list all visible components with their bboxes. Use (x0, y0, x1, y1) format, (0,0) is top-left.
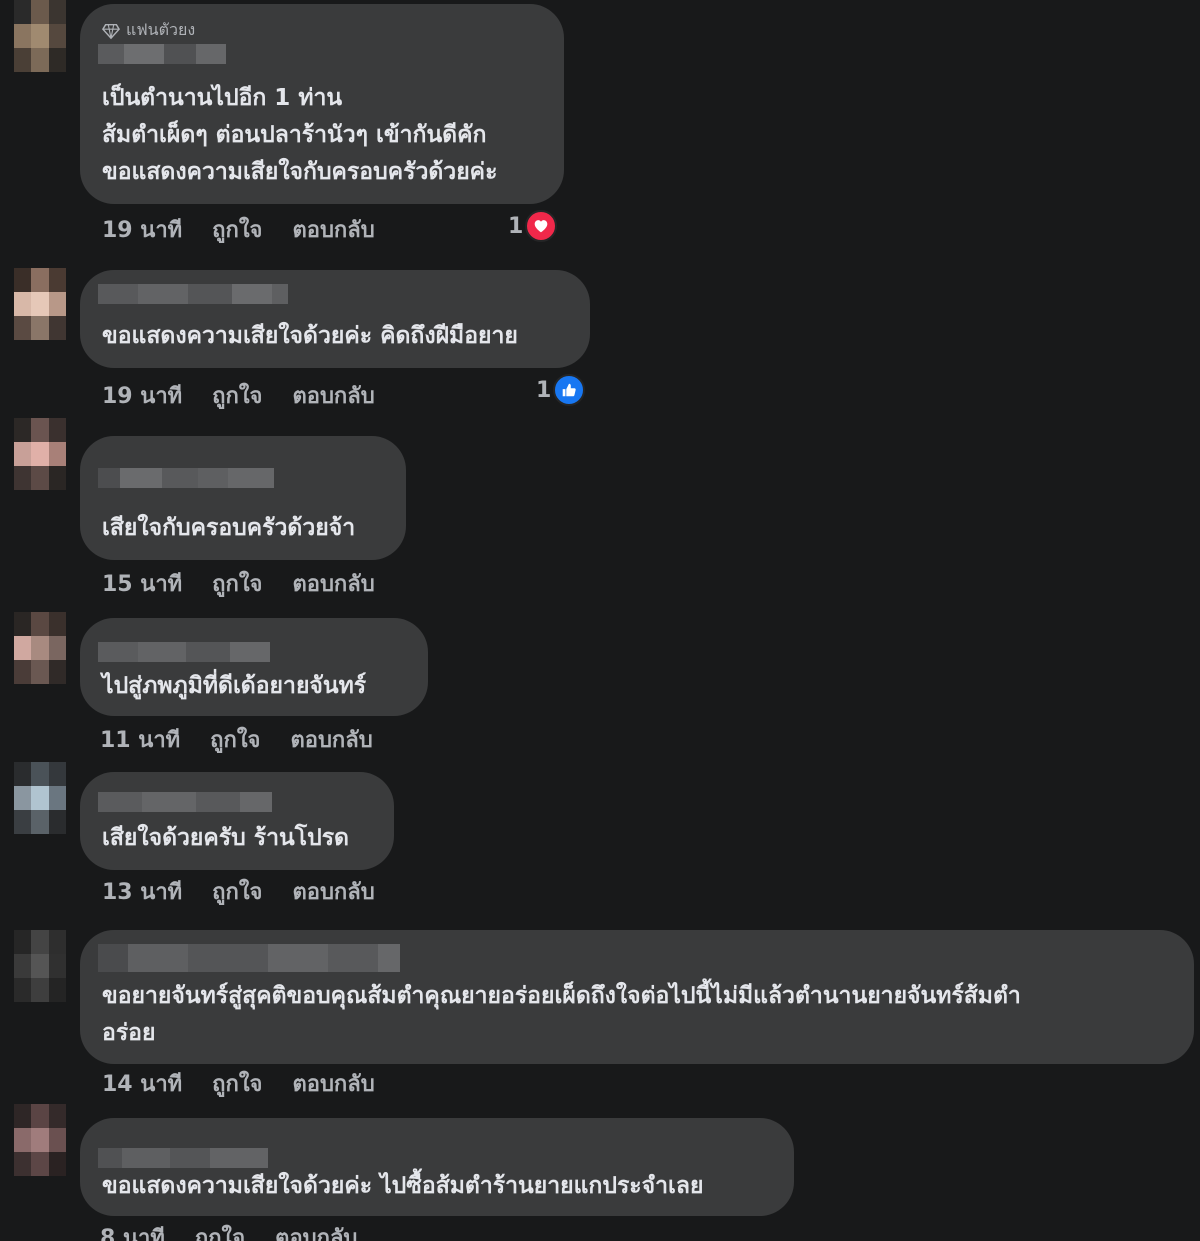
commenter-name-blurred[interactable] (98, 284, 288, 304)
comment-text: เสียใจกับครอบครัวด้วยจ้า (102, 515, 356, 541)
comment-actions: 11 นาที ถูกใจ ตอบกลับ (100, 722, 373, 757)
comment-text: ขอแสดงความเสียใจด้วยค่ะ คิดถึงฝีมือยาย (102, 323, 518, 349)
like-button[interactable]: ถูกใจ (212, 378, 262, 413)
avatar[interactable] (14, 930, 66, 1002)
comment-actions: 19 นาที ถูกใจ ตอบกลับ (102, 378, 375, 413)
like-button[interactable]: ถูกใจ (210, 722, 260, 757)
like-button[interactable]: ถูกใจ (212, 566, 262, 601)
comment-actions: 8 นาที ถูกใจ ตอบกลับ (100, 1220, 357, 1241)
avatar[interactable] (14, 418, 66, 490)
reaction-summary[interactable]: 1 (508, 210, 558, 242)
thumbs-up-icon (553, 374, 586, 406)
timestamp[interactable]: 13 นาที (102, 874, 182, 909)
reply-button[interactable]: ตอบกลับ (292, 874, 374, 909)
like-button[interactable]: ถูกใจ (212, 874, 262, 909)
comment-actions: 13 นาที ถูกใจ ตอบกลับ (102, 874, 375, 909)
commenter-name-blurred[interactable] (98, 44, 226, 64)
comment-bubble: เสียใจด้วยครับ ร้านโปรด (80, 772, 394, 870)
reply-button[interactable]: ตอบกลับ (290, 722, 372, 757)
comment-text: ขอยายจันทร์สู่สุคติขอบคุณส้มตำคุณยายอร่อ… (102, 983, 1021, 1046)
commenter-name-blurred[interactable] (98, 1148, 268, 1168)
comment-actions: 15 นาที ถูกใจ ตอบกลับ (102, 566, 375, 601)
avatar[interactable] (14, 612, 66, 684)
comment-bubble: ขอยายจันทร์สู่สุคติขอบคุณส้มตำคุณยายอร่อ… (80, 930, 1194, 1064)
reaction-summary[interactable]: 1 (536, 374, 586, 406)
comment-bubble: ขอแสดงความเสียใจด้วยค่ะ คิดถึงฝีมือยาย (80, 270, 590, 368)
comments-feed: แฟนตัวยง เป็นตำนานไปอีก 1 ท่าน ส้มตำเผ็ด… (0, 0, 1200, 1241)
commenter-name-blurred[interactable] (98, 792, 272, 812)
comment-actions: 14 นาที ถูกใจ ตอบกลับ (102, 1066, 375, 1101)
like-button[interactable]: ถูกใจ (195, 1220, 245, 1241)
diamond-icon (102, 23, 120, 39)
avatar[interactable] (14, 0, 66, 72)
comment-bubble: เสียใจกับครอบครัวด้วยจ้า (80, 436, 406, 560)
heart-icon (525, 210, 558, 242)
timestamp[interactable]: 11 นาที (100, 722, 180, 757)
comment-bubble: ขอแสดงความเสียใจด้วยค่ะ ไปซื้อส้มตำร้านย… (80, 1118, 794, 1216)
comment-text: ไปสู่ภพภูมิที่ดีเด้อยายจันทร์ (102, 673, 367, 699)
timestamp[interactable]: 14 นาที (102, 1066, 182, 1101)
timestamp[interactable]: 8 นาที (100, 1220, 165, 1241)
top-fan-badge: แฟนตัวยง (102, 18, 195, 43)
commenter-name-blurred[interactable] (98, 944, 400, 972)
badge-label: แฟนตัวยง (126, 20, 196, 39)
timestamp[interactable]: 15 นาที (102, 566, 182, 601)
reply-button[interactable]: ตอบกลับ (275, 1220, 357, 1241)
avatar[interactable] (14, 762, 66, 834)
comment-text: ขอแสดงความเสียใจด้วยค่ะ ไปซื้อส้มตำร้านย… (102, 1173, 704, 1199)
reply-button[interactable]: ตอบกลับ (292, 566, 374, 601)
comment-actions: 19 นาที ถูกใจ ตอบกลับ (102, 212, 375, 247)
comment-bubble: แฟนตัวยง เป็นตำนานไปอีก 1 ท่าน ส้มตำเผ็ด… (80, 4, 564, 204)
avatar[interactable] (14, 268, 66, 340)
comment-text: เสียใจด้วยครับ ร้านโปรด (102, 825, 349, 851)
timestamp[interactable]: 19 นาที (102, 378, 182, 413)
reaction-count: 1 (508, 213, 524, 239)
commenter-name-blurred[interactable] (98, 642, 270, 662)
like-button[interactable]: ถูกใจ (212, 212, 262, 247)
timestamp[interactable]: 19 นาที (102, 212, 182, 247)
reaction-count: 1 (536, 377, 552, 403)
avatar[interactable] (14, 1104, 66, 1176)
reply-button[interactable]: ตอบกลับ (292, 378, 374, 413)
reply-button[interactable]: ตอบกลับ (292, 1066, 374, 1101)
commenter-name-blurred[interactable] (98, 468, 274, 488)
reply-button[interactable]: ตอบกลับ (292, 212, 374, 247)
like-button[interactable]: ถูกใจ (212, 1066, 262, 1101)
comment-bubble: ไปสู่ภพภูมิที่ดีเด้อยายจันทร์ (80, 618, 428, 716)
comment-text: เป็นตำนานไปอีก 1 ท่าน ส้มตำเผ็ดๆ ต่อนปลา… (102, 85, 498, 185)
